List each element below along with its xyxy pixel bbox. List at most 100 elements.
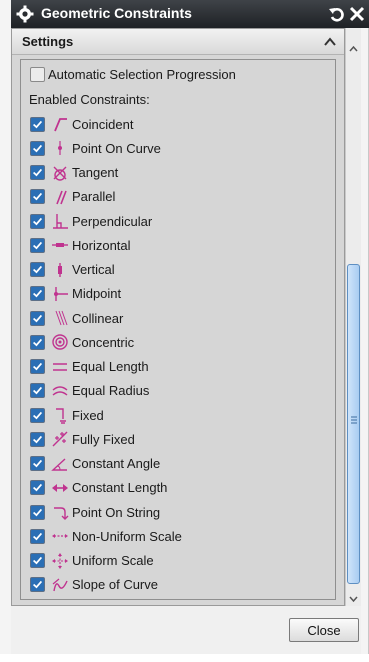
dialog-footer: Close xyxy=(11,606,361,654)
tangent-option[interactable]: Tangent xyxy=(30,163,118,183)
collinear-option[interactable]: Collinear xyxy=(30,308,123,328)
vertical-icon xyxy=(58,262,62,277)
scroll-up-icon[interactable] xyxy=(346,42,361,56)
close-icon[interactable] xyxy=(347,3,367,25)
scroll-down-icon[interactable] xyxy=(346,592,361,606)
point-on-string-icon xyxy=(54,507,69,520)
vertical-checkbox[interactable] xyxy=(30,262,45,277)
constraint-label: Collinear xyxy=(72,310,124,326)
checkmark-icon xyxy=(33,435,43,444)
equal-length-option[interactable]: Equal Length xyxy=(30,357,149,377)
constraint-label: Non-Uniform Scale xyxy=(72,528,182,544)
non-uniform-scale-checkbox[interactable] xyxy=(30,528,45,544)
gear-icon[interactable] xyxy=(15,4,35,24)
constraint-label: Constant Angle xyxy=(72,456,161,471)
checkmark-icon xyxy=(33,265,43,274)
checkmark-icon xyxy=(33,338,43,347)
checkmark-icon xyxy=(33,556,43,565)
fully-fixed-option[interactable]: Fully Fixed xyxy=(30,429,135,449)
midpoint-option[interactable]: Midpoint xyxy=(30,284,121,304)
midpoint-checkbox[interactable] xyxy=(30,286,45,302)
fixed-checkbox[interactable] xyxy=(30,407,45,423)
constraint-label: Fixed xyxy=(72,407,104,423)
constraint-label: Constant Length xyxy=(72,480,168,496)
enabled-constraints-label: Enabled Constraints: xyxy=(29,92,150,107)
vertical-option[interactable]: Vertical xyxy=(30,260,115,280)
non-uniform-scale-option[interactable]: Non-Uniform Scale xyxy=(30,526,182,546)
fixed-icon xyxy=(56,408,66,424)
settings-panel: Settings Automatic Selection Progression… xyxy=(11,28,345,606)
point-on-curve-option[interactable]: Point On Curve xyxy=(30,138,161,158)
constant-angle-checkbox[interactable] xyxy=(30,456,45,471)
constraint-label: Point On String xyxy=(72,504,161,520)
checkmark-icon xyxy=(33,314,43,322)
collinear-icon xyxy=(55,310,68,326)
point-on-string-option[interactable]: Point On String xyxy=(30,502,160,522)
slope-of-curve-option[interactable]: Slope of Curve xyxy=(30,575,158,595)
vertical-scrollbar[interactable] xyxy=(345,28,361,606)
constraint-label: Equal Radius xyxy=(72,383,150,399)
constraint-label: Horizontal xyxy=(72,237,131,253)
constraint-label: Coincident xyxy=(72,116,134,132)
equal-length-checkbox[interactable] xyxy=(30,359,45,374)
perpendicular-icon xyxy=(53,214,68,229)
constant-angle-option[interactable]: Constant Angle xyxy=(30,454,160,474)
parallel-checkbox[interactable] xyxy=(30,189,45,205)
constraint-label: Slope of Curve xyxy=(72,577,158,593)
checkmark-icon xyxy=(33,484,43,492)
bottom-edge xyxy=(0,654,369,662)
constraint-label: Parallel xyxy=(72,189,116,205)
automatic-selection-label: Automatic Selection Progression xyxy=(48,66,236,82)
equal-length-icon xyxy=(53,362,67,371)
automatic-selection-checkbox[interactable] xyxy=(30,66,45,82)
constraint-label: Vertical xyxy=(72,262,115,277)
automatic-selection-progression-option[interactable]: Automatic Selection Progression xyxy=(30,64,236,84)
fully-fixed-icon xyxy=(52,431,68,447)
tangent-icon xyxy=(53,166,67,181)
slope-of-curve-icon xyxy=(52,578,68,591)
checkmark-icon xyxy=(33,581,43,589)
uniform-scale-option[interactable]: Uniform Scale xyxy=(30,551,154,571)
point-on-string-checkbox[interactable] xyxy=(30,504,45,520)
close-button[interactable]: Close xyxy=(289,618,359,642)
settings-title: Settings xyxy=(22,34,74,49)
settings-header[interactable]: Settings xyxy=(12,29,344,55)
parallel-option[interactable]: Parallel xyxy=(30,187,115,207)
constraint-label: Perpendicular xyxy=(72,213,153,229)
collinear-checkbox[interactable] xyxy=(30,310,45,326)
scroll-thumb[interactable] xyxy=(347,264,360,584)
midpoint-icon xyxy=(54,286,68,301)
horizontal-option[interactable]: Horizontal xyxy=(30,235,131,255)
concentric-option[interactable]: Concentric xyxy=(30,332,134,352)
fully-fixed-checkbox[interactable] xyxy=(30,431,45,447)
reset-icon[interactable] xyxy=(327,3,347,25)
constant-length-option[interactable]: Constant Length xyxy=(30,478,167,498)
constant-length-checkbox[interactable] xyxy=(30,480,45,496)
coincident-option[interactable]: Coincident xyxy=(30,114,133,134)
concentric-checkbox[interactable] xyxy=(30,334,45,350)
perpendicular-checkbox[interactable] xyxy=(30,213,45,229)
coincident-checkbox[interactable] xyxy=(30,116,45,132)
fixed-option[interactable]: Fixed xyxy=(30,405,104,425)
constant-length-icon xyxy=(52,483,68,492)
slope-of-curve-checkbox[interactable] xyxy=(30,577,45,593)
chevron-up-icon[interactable] xyxy=(322,34,338,50)
point-on-curve-checkbox[interactable] xyxy=(30,140,45,156)
perpendicular-option[interactable]: Perpendicular xyxy=(30,211,152,231)
equal-radius-option[interactable]: Equal Radius xyxy=(30,381,149,401)
checkmark-icon xyxy=(33,217,43,225)
checkmark-icon xyxy=(33,120,43,128)
checkmark-icon xyxy=(33,387,43,395)
horizontal-checkbox[interactable] xyxy=(30,237,45,253)
checkmark-icon xyxy=(33,411,43,419)
checkmark-icon xyxy=(33,362,43,371)
constraint-label: Equal Length xyxy=(72,359,149,374)
checkmark-icon xyxy=(33,459,43,468)
tangent-checkbox[interactable] xyxy=(30,165,45,180)
checkmark-icon xyxy=(33,168,43,177)
equal-radius-checkbox[interactable] xyxy=(30,383,45,399)
uniform-scale-checkbox[interactable] xyxy=(30,553,45,568)
parallel-icon xyxy=(56,190,67,205)
horizontal-icon xyxy=(52,243,68,248)
constraint-label: Midpoint xyxy=(72,286,122,302)
